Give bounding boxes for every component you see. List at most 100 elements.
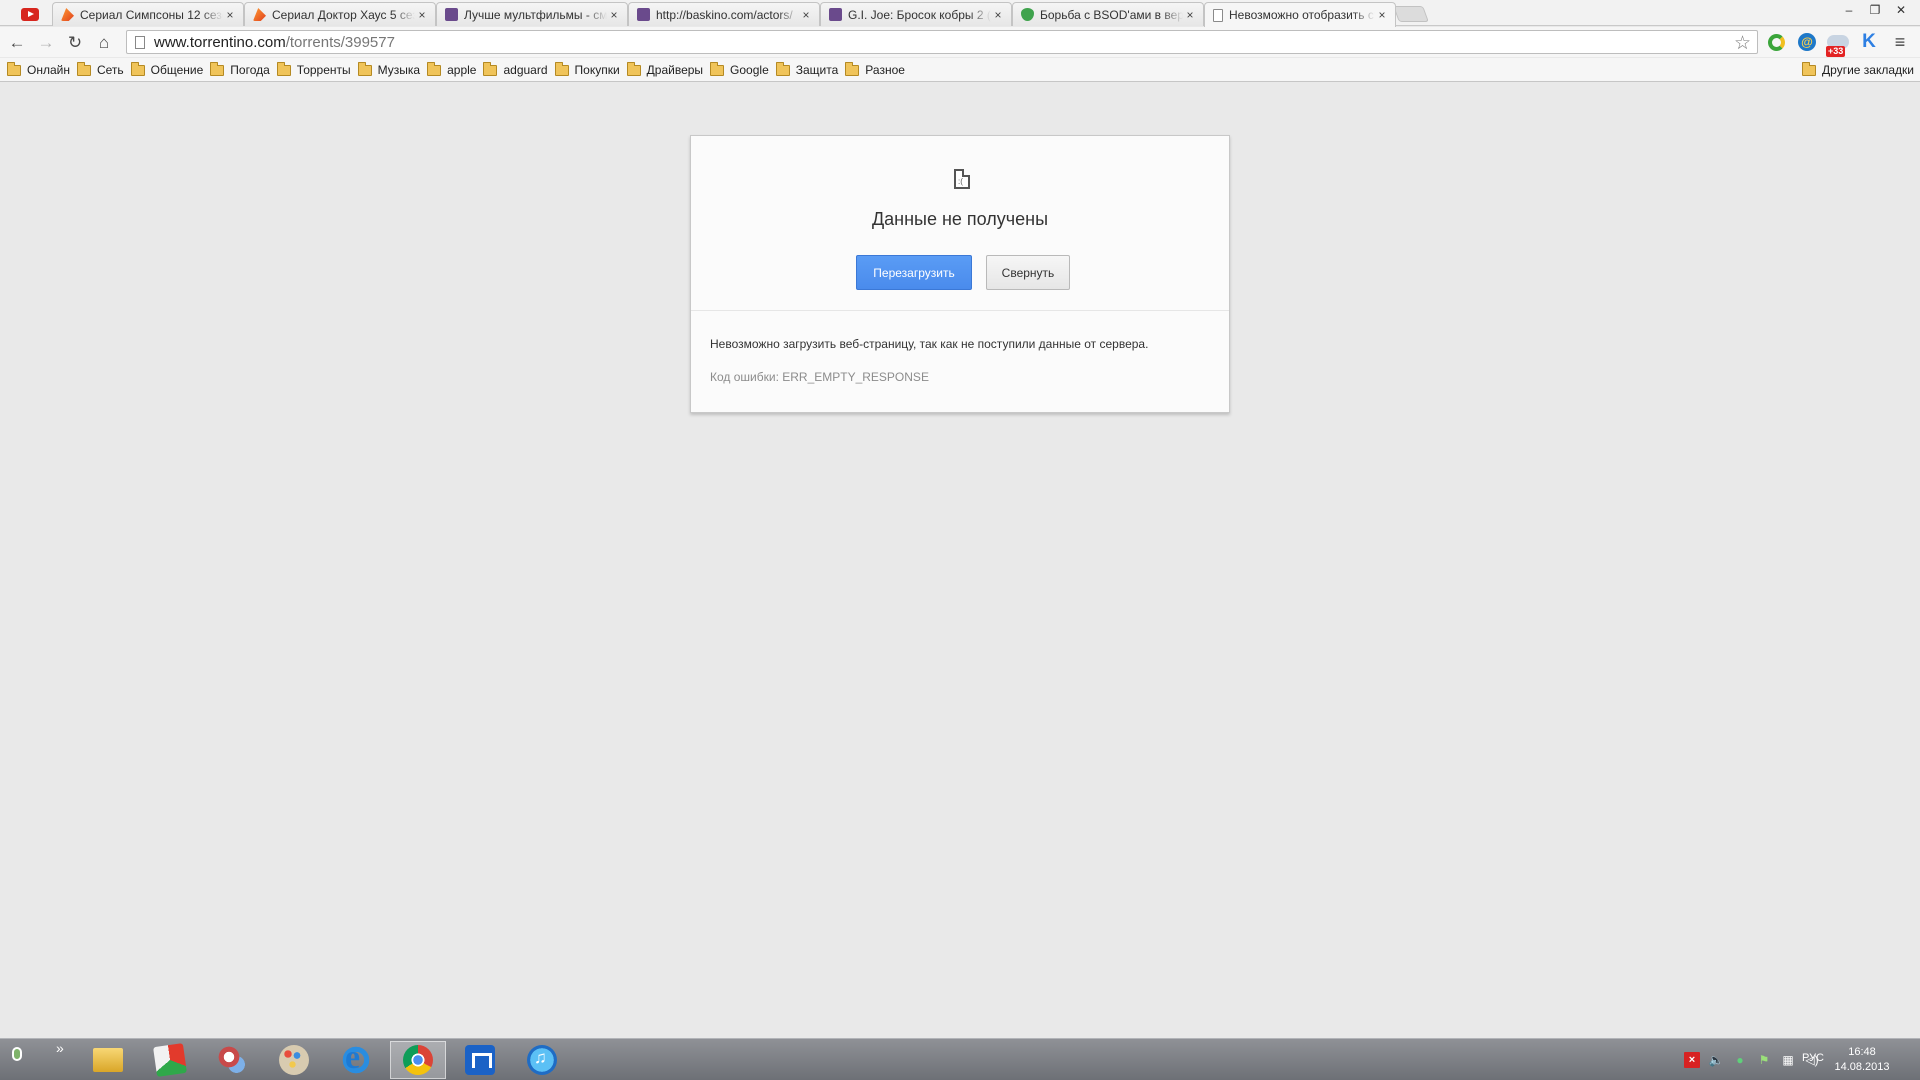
network-icon[interactable]: ▦ xyxy=(1780,1052,1796,1068)
tab-cartoons[interactable]: Лучше мультфильмы - смотреть × xyxy=(436,2,628,26)
folder-icon xyxy=(76,61,91,76)
tab-baskino-actors[interactable]: http://baskino.com/actors/ × xyxy=(628,2,820,26)
photo-gallery-icon xyxy=(153,1043,187,1077)
page-icon xyxy=(1213,8,1223,22)
tab-title: Борьба с BSOD'ами в версии xyxy=(1040,7,1183,22)
bookmark-label: Онлайн xyxy=(27,63,70,77)
tab-close-icon[interactable]: × xyxy=(1183,8,1197,22)
folder-icon xyxy=(845,61,860,76)
tab-close-icon[interactable]: × xyxy=(1375,8,1389,22)
reload-button[interactable]: Перезагрузить xyxy=(856,255,972,290)
input-language-indicator[interactable]: РУС xyxy=(1802,1052,1824,1064)
folder-icon xyxy=(626,61,641,76)
taskbar-maxthon[interactable] xyxy=(452,1041,508,1079)
taskbar-itunes[interactable] xyxy=(514,1041,570,1079)
page-content: :( Данные не получены Перезагрузить Свер… xyxy=(0,83,1920,1038)
tab-error-active[interactable]: Невозможно отобразить страницу × xyxy=(1204,2,1396,27)
bookmark-folder[interactable]: Драйверы xyxy=(626,60,708,80)
folder-icon xyxy=(427,61,442,76)
bookmark-folder[interactable]: Онлайн xyxy=(6,60,75,80)
clock-date: 14.08.2013 xyxy=(1834,1061,1890,1073)
bookmark-label: Покупки xyxy=(574,63,620,77)
bookmark-folder[interactable]: Сеть xyxy=(76,60,129,80)
bookmark-label: Защита xyxy=(795,63,839,77)
file-explorer-icon xyxy=(93,1048,123,1072)
toolbar-chevron-icon[interactable]: » xyxy=(56,1040,64,1056)
bookmark-folder[interactable]: Погода xyxy=(209,60,275,80)
tab-close-icon[interactable]: × xyxy=(799,8,813,22)
folder-icon xyxy=(554,61,569,76)
tab-close-icon[interactable]: × xyxy=(223,8,237,22)
utility-tray-icon[interactable]: ● xyxy=(1732,1052,1748,1068)
snipping-tool-icon xyxy=(217,1045,247,1075)
mail-extension-icon[interactable]: @ xyxy=(1795,30,1819,54)
at-sign-icon: @ xyxy=(1798,33,1816,51)
home-icon[interactable]: ⌂ xyxy=(92,31,116,55)
tab-gi-joe[interactable]: G.I. Joe: Бросок кобры 2 (2013) × xyxy=(820,2,1012,26)
taskbar-file-explorer[interactable] xyxy=(80,1041,136,1079)
bookmark-label: apple xyxy=(447,63,477,77)
taskbar-start-area: » xyxy=(12,1040,64,1061)
taskbar-chrome[interactable] xyxy=(390,1041,446,1079)
tab-title: Сериал Доктор Хаус 5 сезон xyxy=(272,7,415,22)
folder-icon xyxy=(1802,61,1817,76)
folder-icon xyxy=(210,61,225,76)
bookmark-folder[interactable]: Покупки xyxy=(554,60,625,80)
back-arrow-icon[interactable]: ← xyxy=(5,31,29,55)
itunes-icon xyxy=(527,1045,557,1075)
tab-close-icon[interactable]: × xyxy=(607,8,621,22)
bookmark-folder[interactable]: Google xyxy=(709,60,774,80)
taskbar-snipping-tool[interactable] xyxy=(204,1041,260,1079)
k-icon: K xyxy=(1862,31,1876,52)
flag-tray-icon[interactable]: ⚑ xyxy=(1756,1052,1772,1068)
bookmark-folder[interactable]: Общение xyxy=(130,60,209,80)
folder-icon xyxy=(130,61,145,76)
close-window-icon[interactable]: ✕ xyxy=(1888,0,1914,20)
taskbar-internet-explorer[interactable] xyxy=(328,1039,384,1079)
taskbar-photo-gallery[interactable] xyxy=(142,1041,198,1079)
bookmark-folder[interactable]: Торренты xyxy=(276,60,356,80)
new-tab-button[interactable] xyxy=(1393,6,1429,22)
tray-alert-icon[interactable]: × xyxy=(1684,1052,1700,1068)
k-extension-icon[interactable]: K xyxy=(1857,30,1881,54)
baskino-icon xyxy=(445,8,458,21)
bookmark-star-icon[interactable]: ☆ xyxy=(1734,32,1751,55)
tab-house[interactable]: Сериал Доктор Хаус 5 сезон × xyxy=(244,2,436,26)
reload-icon[interactable]: ↻ xyxy=(63,31,87,55)
bookmark-label: Общение xyxy=(150,63,204,77)
bookmark-folder[interactable]: Защита xyxy=(775,60,844,80)
pinned-tab-youtube[interactable] xyxy=(8,3,52,25)
chrome-menu-icon[interactable]: ≡ xyxy=(1888,30,1912,54)
bookmark-list: Онлайн Сеть Общение Погода Торренты Музы… xyxy=(6,58,911,82)
tab-close-icon[interactable]: × xyxy=(991,8,1005,22)
tab-bsod[interactable]: Борьба с BSOD'ами в версии × xyxy=(1012,2,1204,26)
maxthon-icon xyxy=(465,1045,495,1075)
folder-icon xyxy=(357,61,372,76)
bookmark-folder[interactable]: adguard xyxy=(482,60,552,80)
tab-close-icon[interactable]: × xyxy=(415,8,429,22)
address-bar[interactable]: www.torrentino.com/torrents/399577 ☆ xyxy=(126,30,1758,54)
rutor-icon xyxy=(61,8,74,21)
taskbar-clock[interactable]: 16:48 14.08.2013 xyxy=(1832,1045,1892,1075)
collapse-button[interactable]: Свернуть xyxy=(986,255,1070,290)
bookmark-folder[interactable]: Разное xyxy=(844,60,910,80)
folder-icon xyxy=(276,61,291,76)
speaker-alert-icon[interactable]: 🔈 xyxy=(1708,1052,1724,1068)
weather-extension-icon[interactable]: +33 xyxy=(1826,30,1850,57)
restore-icon[interactable]: ❐ xyxy=(1862,0,1888,20)
tab-simpsons[interactable]: Сериал Симпсоны 12 сезон × xyxy=(52,2,244,26)
bookmark-folder[interactable]: Музыка xyxy=(357,60,425,80)
minimize-icon[interactable]: – xyxy=(1836,0,1862,20)
mouse-icon[interactable] xyxy=(12,1047,22,1061)
youtube-icon xyxy=(21,7,39,21)
sync-extension-icon[interactable] xyxy=(1764,30,1788,54)
bookmark-folder[interactable]: apple xyxy=(426,60,481,80)
taskbar-paint[interactable] xyxy=(266,1041,322,1079)
bookmark-label: Торренты xyxy=(296,63,351,77)
tab-title: Лучше мультфильмы - смотреть xyxy=(464,7,607,22)
forward-arrow-icon[interactable]: → xyxy=(34,31,58,55)
window-controls: – ❐ ✕ xyxy=(1836,0,1914,20)
page-icon xyxy=(135,35,145,49)
internet-explorer-icon xyxy=(341,1039,371,1077)
other-bookmarks-folder[interactable]: Другие закладки xyxy=(1802,60,1914,80)
